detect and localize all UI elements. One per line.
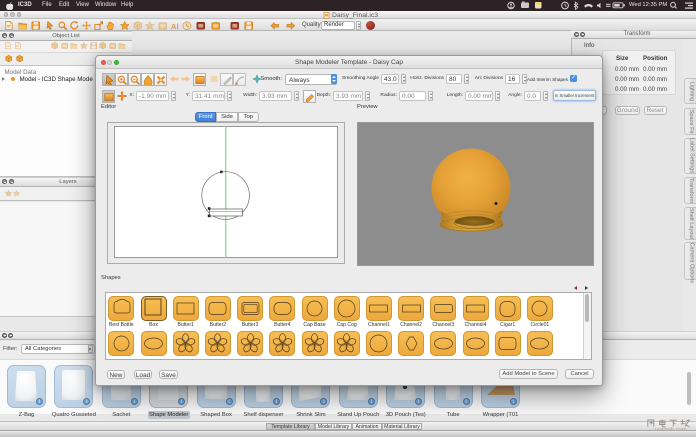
svg-text:Al: Al bbox=[170, 21, 178, 30]
